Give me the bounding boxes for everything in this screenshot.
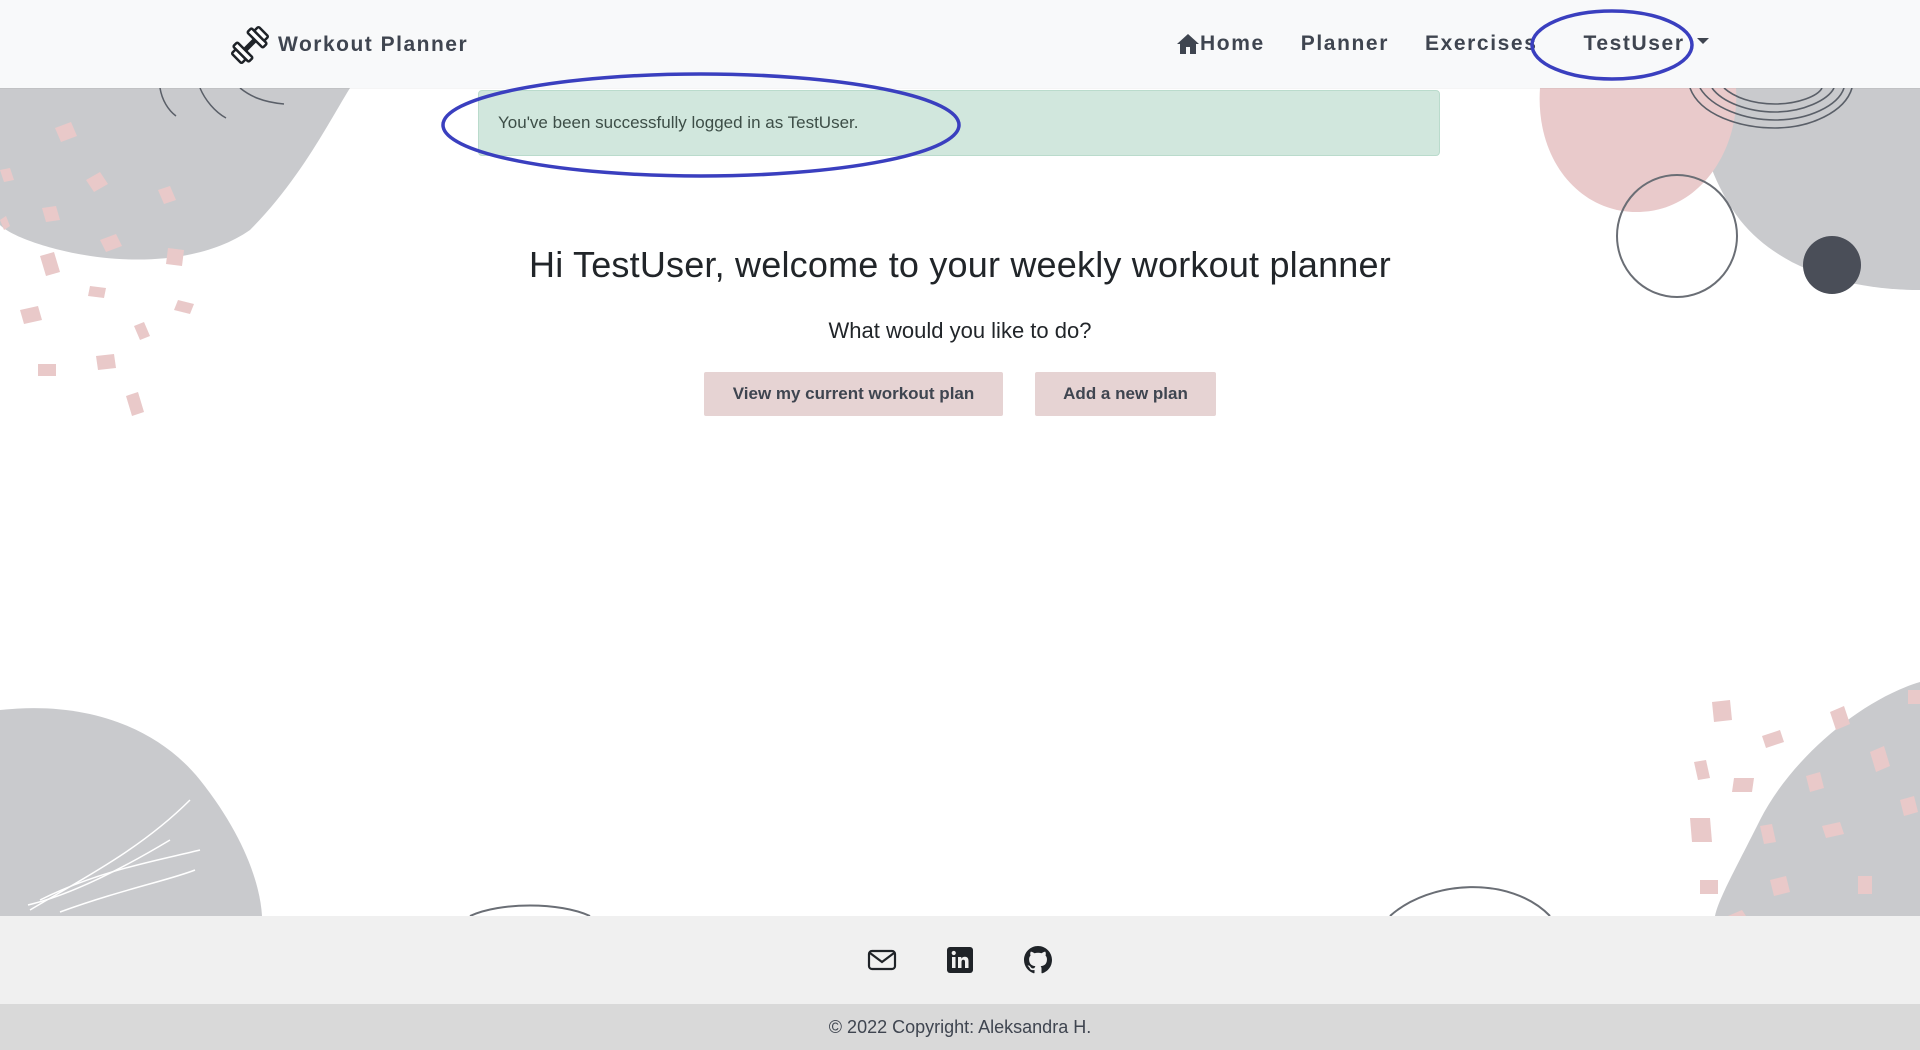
login-alert-message: You've been successfully logged in as Te… [498, 113, 859, 132]
footer-copyright: © 2022 Copyright: Aleksandra H. [0, 1004, 1920, 1050]
github-icon [1024, 946, 1052, 974]
brand-label: Workout Planner [278, 33, 469, 56]
login-alert: You've been successfully logged in as Te… [478, 90, 1440, 156]
footer-social [0, 916, 1920, 1004]
add-new-plan-button[interactable]: Add a new plan [1035, 372, 1216, 416]
user-dropdown[interactable]: TestUser [1555, 32, 1726, 56]
nav-link-exercises-label: Exercises [1424, 32, 1538, 55]
page-subtitle: What would you like to do? [828, 318, 1092, 343]
home-icon [1177, 34, 1199, 54]
nav-link-planner[interactable]: Planner [1283, 32, 1407, 56]
navbar: Workout Planner Home Planner Exercises T… [0, 0, 1920, 88]
user-dropdown-label: TestUser [1583, 32, 1685, 55]
nav-link-planner-label: Planner [1300, 32, 1389, 55]
nav-link-home-label: Home [1200, 32, 1265, 55]
view-current-plan-button[interactable]: View my current workout plan [704, 372, 1003, 416]
linkedin-link[interactable] [941, 941, 979, 979]
nav-links: Home Planner Exercises TestUser [1172, 0, 1727, 88]
linkedin-icon [947, 947, 973, 973]
nav-link-home[interactable]: Home [1172, 32, 1283, 56]
copyright-text: © 2022 Copyright: Aleksandra H. [828, 1016, 1092, 1037]
dumbbell-icon [230, 25, 270, 65]
nav-link-exercises[interactable]: Exercises [1407, 32, 1556, 56]
page-title: Hi TestUser, welcome to your weekly work… [529, 244, 1391, 285]
caret-down-icon [1696, 38, 1709, 44]
mail-link[interactable] [863, 941, 901, 979]
background-decoration [0, 87, 1920, 917]
mail-icon [867, 949, 897, 971]
github-link[interactable] [1019, 941, 1057, 979]
brand-link[interactable]: Workout Planner [228, 22, 468, 68]
